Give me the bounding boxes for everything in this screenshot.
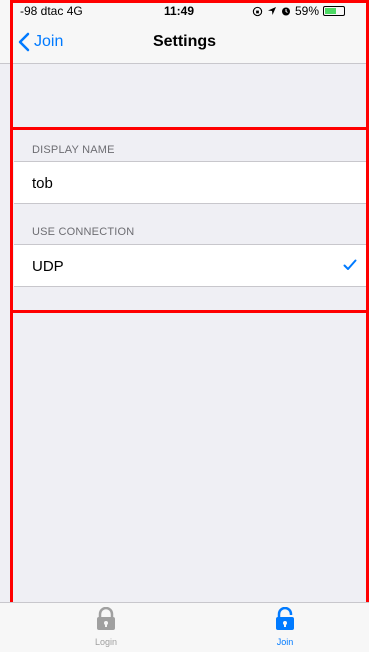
navigation-bar: Join Settings <box>0 22 369 64</box>
highlight-frame-bottom <box>10 310 369 652</box>
section-header-display-name: DISPLAY NAME <box>32 144 115 156</box>
location-icon <box>268 7 276 15</box>
page-title: Settings <box>152 33 217 50</box>
status-icons: 59% <box>252 4 346 18</box>
checkmark-icon <box>343 259 357 270</box>
orientation-lock-icon <box>252 6 263 16</box>
section-header-use-connection: USE CONNECTION <box>32 226 135 238</box>
connection-option-label: UDP <box>32 258 64 275</box>
tab-bar: Login Join <box>0 602 369 652</box>
tab-join-label: Join <box>276 637 294 647</box>
connection-option-udp[interactable]: UDP <box>14 244 369 287</box>
tab-join[interactable]: Join <box>255 606 315 647</box>
battery-icon <box>323 6 346 16</box>
alarm-icon <box>282 7 290 16</box>
display-name-field[interactable]: tob <box>14 161 369 204</box>
display-name-value: tob <box>32 175 53 192</box>
carrier-label: -98 dtac 4G <box>20 4 83 18</box>
clock: 11:49 <box>164 4 195 18</box>
status-bar: -98 dtac 4G 11:49 59% <box>0 0 369 22</box>
battery-percent: 59% <box>295 4 320 18</box>
tab-login-label: Login <box>94 637 118 647</box>
unlock-icon <box>276 606 294 630</box>
lock-icon <box>97 606 115 630</box>
tab-login[interactable]: Login <box>76 606 136 647</box>
